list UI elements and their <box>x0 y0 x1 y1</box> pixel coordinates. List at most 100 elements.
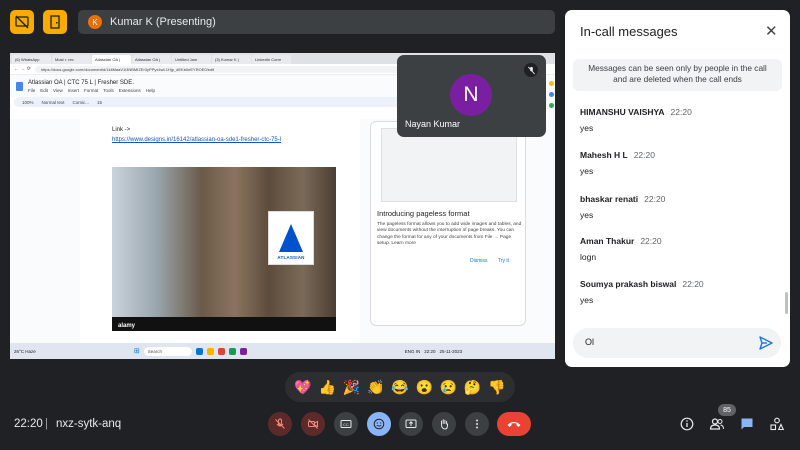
present-button[interactable] <box>399 412 423 436</box>
reaction-heart[interactable]: 💖 <box>294 379 311 396</box>
message-sender: Mahesh H L <box>580 150 628 160</box>
reaction-thumbs-down[interactable]: 👎 <box>488 379 505 396</box>
windows-start-icon: ⊞ <box>133 348 140 355</box>
captions-button[interactable]: CC <box>334 412 358 436</box>
reaction-surprised[interactable]: 😮 <box>415 379 432 396</box>
presenter-label: Kumar K (Presenting) <box>110 16 216 28</box>
leave-call-button[interactable] <box>497 412 531 436</box>
tasks-icon <box>548 92 554 97</box>
message-item: Soumya prakash biswal 22:20 yes <box>580 279 704 305</box>
hang-up-icon <box>507 422 521 427</box>
pageless-card: Introducing pageless format The pageless… <box>370 121 526 326</box>
compose-value: Ol <box>585 337 594 347</box>
reaction-sad[interactable]: 😢 <box>440 379 457 396</box>
browser-tab: (6) WhatsApp <box>12 55 51 64</box>
doc-menu-item: Extensions <box>118 87 141 93</box>
message-item: bhaskar renati 22:20 yes <box>580 194 665 220</box>
edge-icon <box>195 347 203 355</box>
stop-present-icon <box>15 15 29 29</box>
message-item: Mahesh H L 22:20 yes <box>580 150 655 176</box>
message-text: yes <box>580 123 594 133</box>
message-time: 22:20 <box>640 236 662 246</box>
message-item: HIMANSHU VAISHYA 22:20 yes <box>580 107 692 133</box>
more-options-button[interactable] <box>465 412 489 436</box>
style-value: Normal text <box>41 99 65 105</box>
maps-icon <box>548 103 554 108</box>
atlassian-logo-icon <box>279 224 303 252</box>
raise-hand-button[interactable] <box>432 412 456 436</box>
door-icon <box>50 15 60 29</box>
activities-button[interactable] <box>768 415 786 433</box>
meeting-code: nxz-sytk-anq <box>56 418 122 430</box>
panel-title: In-call messages <box>580 24 678 39</box>
camera-off-icon <box>308 419 318 429</box>
present-screen-icon <box>405 419 417 428</box>
reaction-laugh[interactable]: 😂 <box>391 379 408 396</box>
link-label: Link -> <box>112 127 131 133</box>
more-vert-icon <box>476 419 478 429</box>
separator: | <box>45 418 48 430</box>
atlassian-logo-text: ATLASSIAN <box>277 255 305 260</box>
docs-icon <box>16 81 23 91</box>
nav-arrows-icon: ← → ⟳ <box>14 66 31 72</box>
doc-menu-item: Edit <box>40 87 49 93</box>
message-time: 22:20 <box>682 279 704 289</box>
message-sender: Aman Thakur <box>580 236 635 246</box>
weather-text: 26°C Haze <box>14 348 36 354</box>
captions-icon: CC <box>340 420 352 428</box>
message-compose-field[interactable]: Ol <box>573 328 781 358</box>
reaction-thumbs-up[interactable]: 👍 <box>319 379 336 396</box>
mic-off-icon <box>524 63 538 77</box>
zoom-value: 100% <box>22 99 34 105</box>
browser-tab: Atlassian OA | <box>132 55 171 64</box>
browser-tab: Most r. rec <box>52 55 91 64</box>
chat-icon <box>741 418 753 430</box>
participant-name: Nayan Kumar <box>405 119 461 129</box>
mic-toggle-button[interactable] <box>268 412 292 436</box>
chrome-icon <box>217 347 225 355</box>
browser-tab: LinkedIn Corre <box>252 55 291 64</box>
close-icon[interactable]: ✕ <box>765 22 778 40</box>
reactions-button[interactable] <box>367 412 391 436</box>
app-icon <box>228 347 236 355</box>
keep-icon <box>548 81 554 86</box>
activities-icon <box>770 417 784 431</box>
meeting-clock: 22:20 <box>14 418 43 430</box>
doc-menu-item: Insert <box>67 87 79 93</box>
messages-scrollbar[interactable] <box>785 292 788 314</box>
message-sender: HIMANSHU VAISHYA <box>580 107 665 117</box>
app-icon <box>239 347 247 355</box>
message-text: yes <box>580 166 594 176</box>
camera-toggle-button[interactable] <box>301 412 325 436</box>
photo-footer <box>112 317 336 331</box>
participant-tile[interactable]: N Nayan Kumar <box>397 55 546 137</box>
doc-title: Atlassian OA | CTC 75 L | Fresher SDE. <box>28 79 134 86</box>
explorer-icon <box>206 347 214 355</box>
url-field: https://docs.google.com/document/d/1kIiM… <box>34 65 415 73</box>
message-sender: Soumya prakash biswal <box>580 279 677 289</box>
pageless-body: The pageless format allows you to add wi… <box>377 222 522 247</box>
pageless-illustration <box>381 128 517 202</box>
taskbar-search: Search <box>143 346 192 356</box>
reaction-thinking[interactable]: 🤔 <box>464 379 481 396</box>
message-item: Aman Thakur 22:20 logn <box>580 236 662 262</box>
chat-button[interactable] <box>738 415 756 433</box>
message-text: yes <box>580 295 594 305</box>
atlassian-logo-card: ATLASSIAN <box>268 211 314 265</box>
taskbar-date: 25-11-2023 <box>439 348 463 354</box>
doc-menu-item: Tools <box>103 87 114 93</box>
reaction-party[interactable]: 🎉 <box>343 379 360 396</box>
pageless-try: Try it <box>498 258 509 264</box>
reaction-clap[interactable]: 👏 <box>367 379 384 396</box>
meeting-details-button[interactable] <box>678 415 696 433</box>
avatar: N <box>450 74 492 116</box>
people-button[interactable] <box>708 415 726 433</box>
atlassian-building-photo: ATLASSIAN alamy <box>112 167 336 331</box>
send-icon[interactable] <box>758 335 774 351</box>
pageless-title: Introducing pageless format <box>377 209 470 218</box>
taskbar-lang: ENG IN <box>404 348 421 354</box>
building-icon-button[interactable] <box>43 10 67 34</box>
messages-notice: Messages can be seen only by people in t… <box>573 59 782 91</box>
presenter-banner: K Kumar K (Presenting) <box>78 10 555 34</box>
present-to-everyone-button[interactable] <box>10 10 34 34</box>
